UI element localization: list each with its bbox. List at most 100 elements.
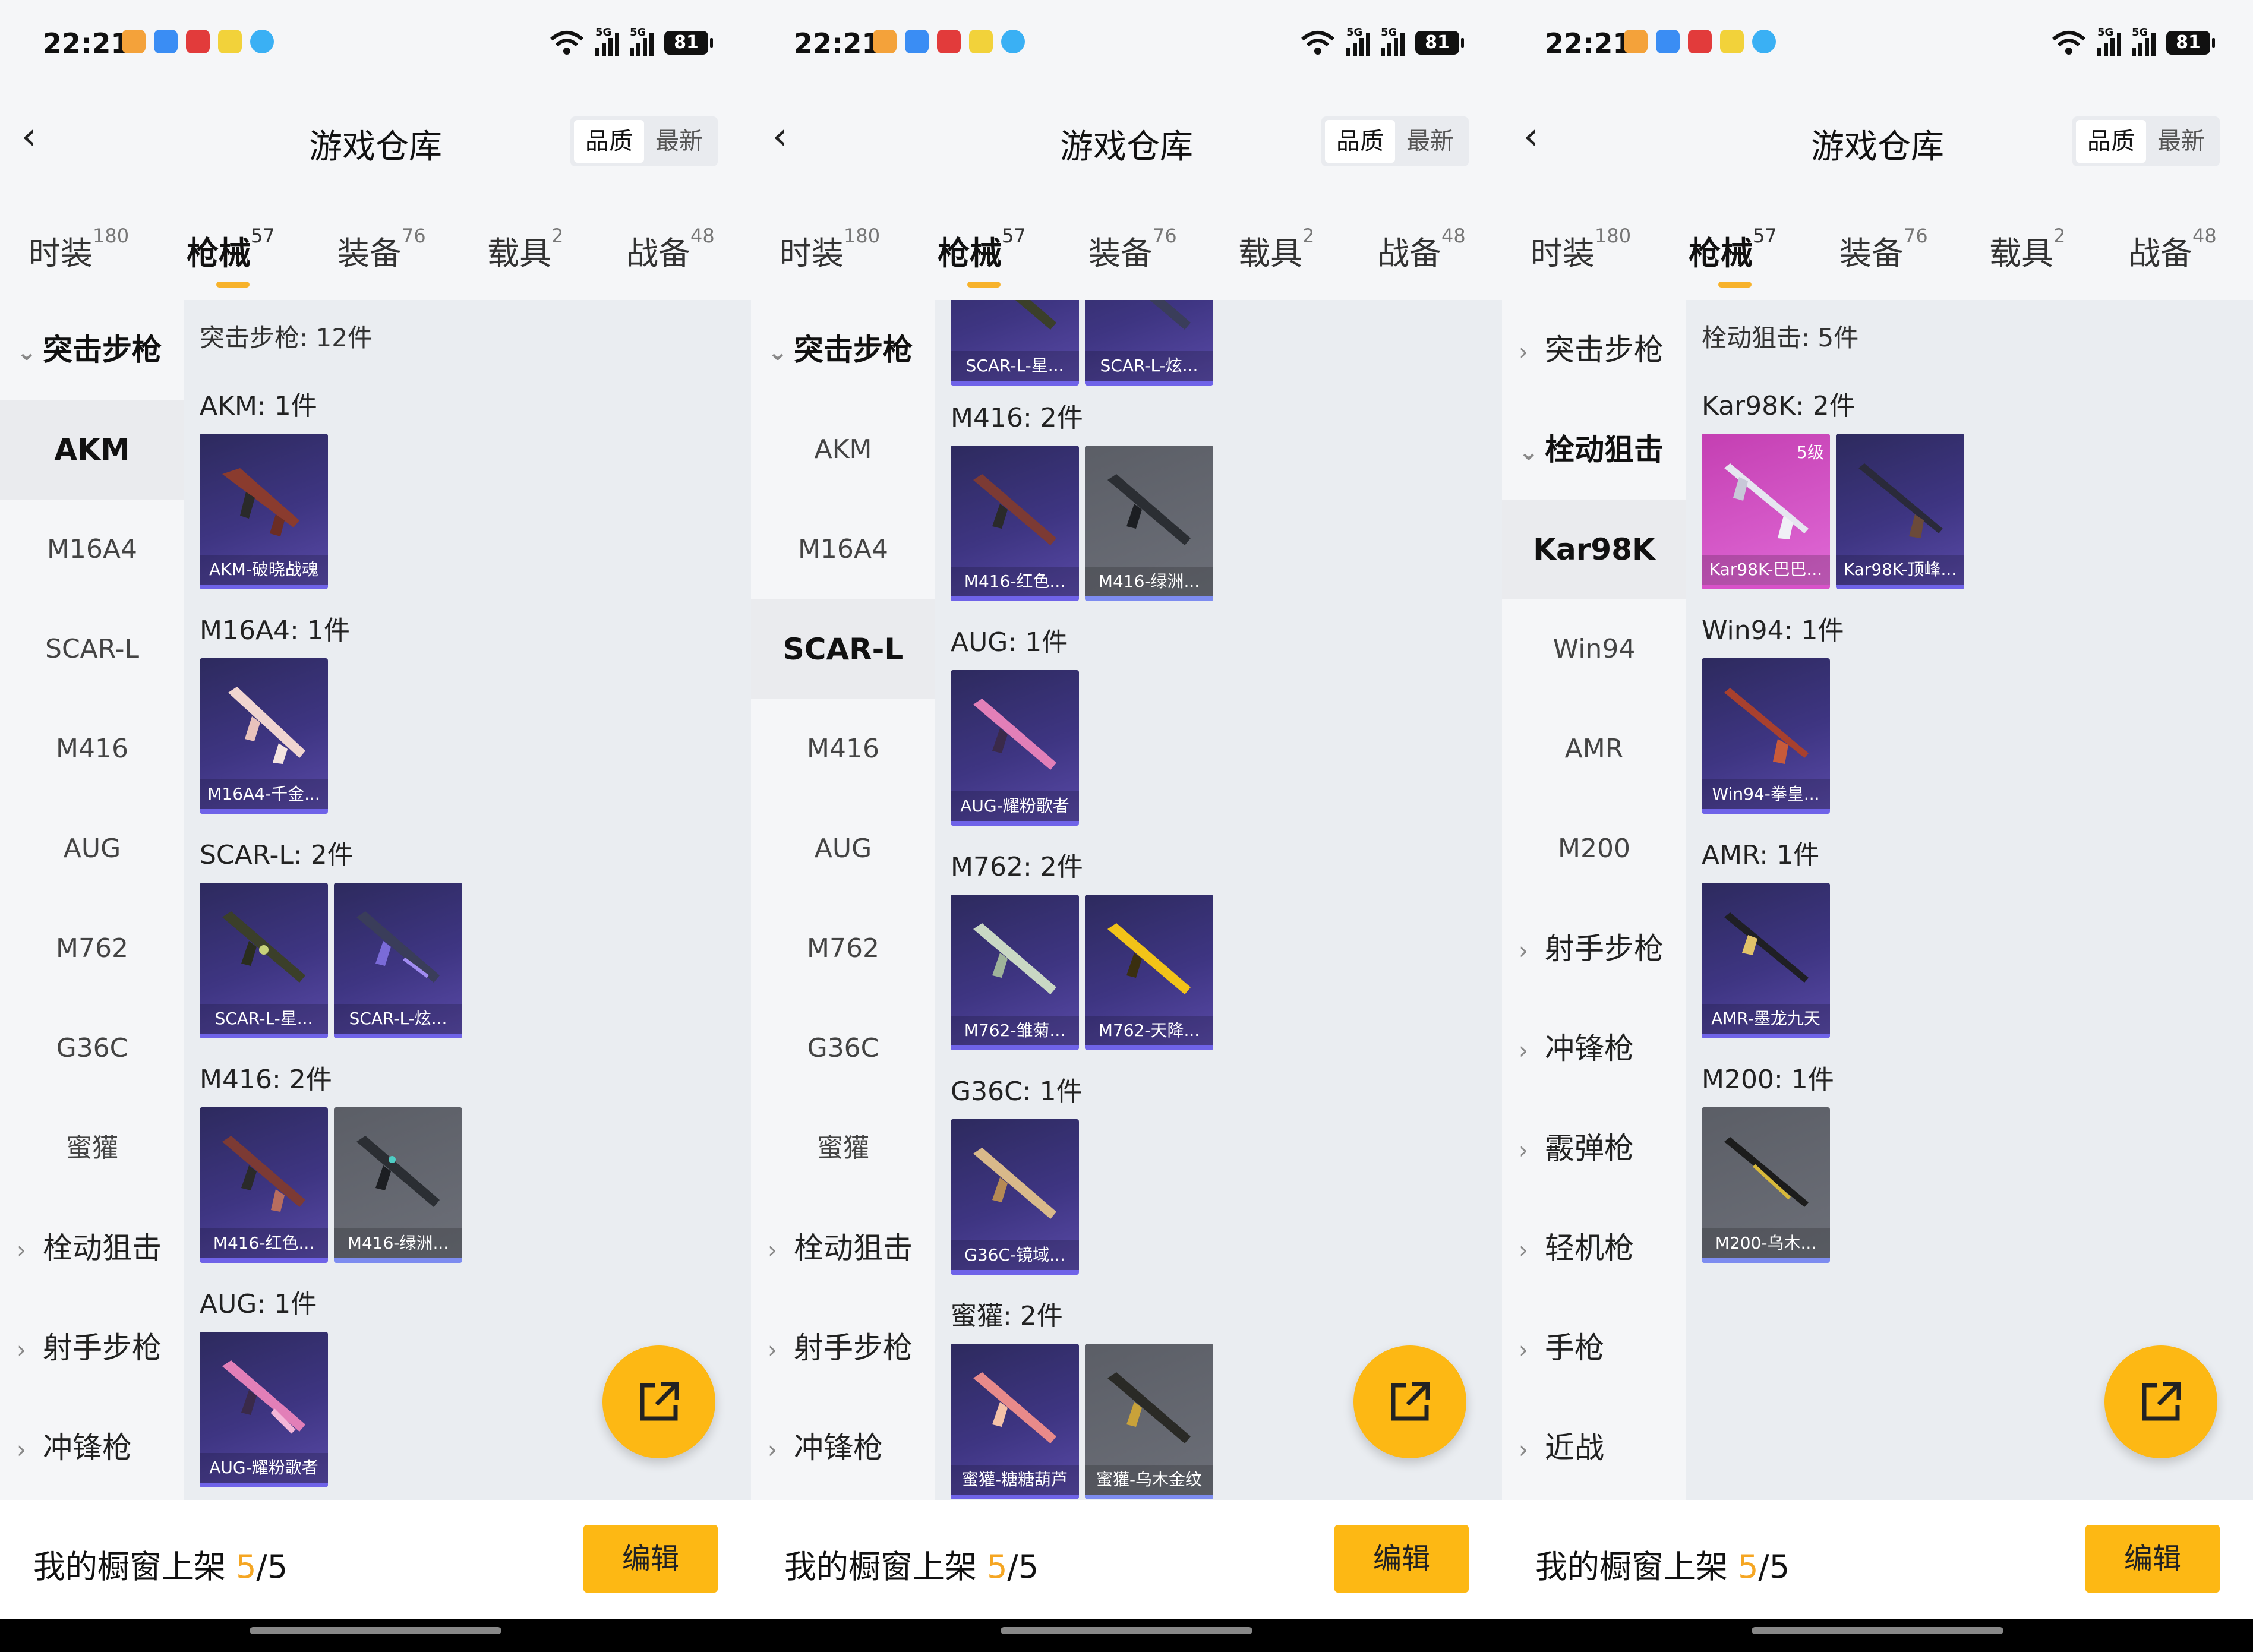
home-indicator[interactable]: [250, 1627, 501, 1634]
share-button[interactable]: [602, 1345, 715, 1458]
sidebar-item[interactable]: SCAR-L: [751, 599, 935, 699]
weapon-card[interactable]: AUG-耀粉歌者: [951, 670, 1079, 826]
sort-quality-button[interactable]: 品质: [2076, 120, 2146, 163]
tab-guns[interactable]: 枪械57: [938, 225, 1026, 288]
notification-icons: [122, 30, 274, 53]
sidebar-category[interactable]: ⌄ 突击步枪: [0, 300, 184, 400]
sidebar-item[interactable]: Kar98K: [1502, 500, 1686, 599]
weapon-card[interactable]: M762-雏菊...: [951, 895, 1079, 1050]
system-icons: 5G 5G 81: [2051, 26, 2215, 56]
sidebar-item[interactable]: AMR: [1502, 699, 1686, 799]
sidebar-item[interactable]: 蜜獾: [0, 1098, 184, 1198]
rifle-icon: [973, 923, 1056, 994]
home-indicator[interactable]: [1001, 1627, 1252, 1634]
sidebar-item[interactable]: M762: [0, 899, 184, 999]
clock: 22:21: [1545, 27, 1632, 59]
tab-guns[interactable]: 枪械57: [187, 225, 275, 288]
system-icons: 5G 5G 81: [549, 26, 713, 56]
sidebar-item[interactable]: AKM: [751, 400, 935, 500]
group-label: AMR: 1件: [1702, 840, 1820, 870]
weapon-card[interactable]: SCAR-L-星...: [200, 883, 328, 1038]
sidebar-item[interactable]: M416: [0, 699, 184, 799]
weapon-card[interactable]: 5级 Kar98K-巴巴...: [1702, 434, 1830, 589]
sidebar-category[interactable]: › 突击步枪: [1502, 300, 1686, 400]
weapon-card[interactable]: M762-天降...: [1085, 895, 1213, 1050]
weapon-card[interactable]: 蜜獾-乌木金纹: [1085, 1344, 1213, 1499]
weapon-card[interactable]: SCAR-L-星...: [951, 300, 1079, 386]
sidebar-item[interactable]: AUG: [751, 799, 935, 899]
weapon-card[interactable]: AUG-耀粉歌者: [200, 1332, 328, 1487]
tab-fashion[interactable]: 时装180: [780, 225, 880, 274]
tab-supplies[interactable]: 战备48: [626, 225, 715, 274]
weapon-card[interactable]: M416-绿洲...: [334, 1107, 462, 1263]
app-notification-icon: [154, 30, 178, 53]
weapon-card[interactable]: M416-红色...: [951, 446, 1079, 601]
sidebar-category[interactable]: › 栓动狙击: [751, 1198, 935, 1298]
sort-latest-button[interactable]: 最新: [644, 120, 714, 163]
sidebar-item[interactable]: M762: [751, 899, 935, 999]
rifle-icon: [1149, 300, 1191, 330]
sidebar-item[interactable]: AUG: [0, 799, 184, 899]
weapon-card[interactable]: Win94-拳皇...: [1702, 658, 1830, 814]
home-indicator[interactable]: [1752, 1627, 2003, 1634]
sort-latest-button[interactable]: 最新: [2146, 120, 2216, 163]
share-button[interactable]: [2104, 1345, 2217, 1458]
edit-button[interactable]: 编辑: [583, 1525, 718, 1593]
sidebar-category[interactable]: › 手枪: [1502, 1298, 1686, 1398]
sidebar-item[interactable]: SCAR-L: [0, 599, 184, 699]
sidebar-category[interactable]: › 近战: [1502, 1398, 1686, 1498]
sidebar-item[interactable]: 蜜獾: [751, 1098, 935, 1198]
tab-supplies[interactable]: 战备48: [1377, 225, 1466, 274]
weapon-card[interactable]: M200-乌木...: [1702, 1107, 1830, 1263]
sidebar-item[interactable]: M16A4: [751, 500, 935, 599]
sidebar-category[interactable]: › 射手步枪: [1502, 899, 1686, 999]
sidebar-category[interactable]: › 霰弹枪: [1502, 1098, 1686, 1198]
tab-fashion[interactable]: 时装180: [1531, 225, 1631, 274]
share-button[interactable]: [1353, 1345, 1466, 1458]
tab-equipment[interactable]: 装备76: [1088, 225, 1177, 274]
tab-guns[interactable]: 枪械57: [1689, 225, 1777, 288]
tab-equipment[interactable]: 装备76: [337, 225, 426, 274]
tab-equipment[interactable]: 装备76: [1839, 225, 1928, 274]
sort-quality-button[interactable]: 品质: [574, 120, 644, 163]
weapon-card[interactable]: AMR-墨龙九天: [1702, 883, 1830, 1038]
notification-icons: [1624, 30, 1776, 53]
sidebar-category[interactable]: ⌄ 栓动狙击: [1502, 400, 1686, 500]
tab-vehicles[interactable]: 载具2: [1989, 225, 2065, 274]
tab-vehicles[interactable]: 载具2: [487, 225, 563, 274]
sort-latest-button[interactable]: 最新: [1395, 120, 1465, 163]
weapon-card[interactable]: Kar98K-顶峰...: [1836, 434, 1964, 589]
weapon-card[interactable]: M416-红色...: [200, 1107, 328, 1263]
sidebar-item[interactable]: G36C: [0, 999, 184, 1098]
sidebar-item[interactable]: G36C: [751, 999, 935, 1098]
chevron-right-icon: ›: [1519, 339, 1528, 366]
weapon-card[interactable]: SCAR-L-炫...: [334, 883, 462, 1038]
category-tabs: 时装180 枪械57 装备76 载具2 战备48: [751, 196, 1502, 300]
sidebar-item[interactable]: M16A4: [0, 500, 184, 599]
sidebar-item[interactable]: M200: [1502, 799, 1686, 899]
edit-button[interactable]: 编辑: [2085, 1525, 2220, 1593]
weapon-card[interactable]: AKM-破晓战魂: [200, 434, 328, 589]
weapon-card[interactable]: M416-绿洲...: [1085, 446, 1213, 601]
sidebar-item[interactable]: AKM: [0, 400, 184, 500]
sidebar-item[interactable]: Win94: [1502, 599, 1686, 699]
sidebar-category[interactable]: ⌄ 突击步枪: [751, 300, 935, 400]
tab-supplies[interactable]: 战备48: [2128, 225, 2217, 274]
sort-quality-button[interactable]: 品质: [1325, 120, 1395, 163]
sidebar-category[interactable]: › 冲锋枪: [1502, 999, 1686, 1098]
weapon-card[interactable]: G36C-镜域...: [951, 1119, 1079, 1275]
weapon-card[interactable]: M16A4-千金...: [200, 658, 328, 814]
sidebar-category[interactable]: › 栓动狙击: [0, 1198, 184, 1298]
sidebar-category[interactable]: › 射手步枪: [751, 1298, 935, 1398]
sidebar-category[interactable]: › 冲锋枪: [0, 1398, 184, 1498]
tab-fashion[interactable]: 时装180: [29, 225, 129, 274]
tab-vehicles[interactable]: 载具2: [1238, 225, 1314, 274]
sidebar-item[interactable]: M416: [751, 699, 935, 799]
weapon-card[interactable]: SCAR-L-炫...: [1085, 300, 1213, 386]
sidebar-category[interactable]: › 射手步枪: [0, 1298, 184, 1398]
edit-button[interactable]: 编辑: [1334, 1525, 1469, 1593]
sidebar-category[interactable]: › 冲锋枪: [751, 1398, 935, 1498]
showcase-status: 我的橱窗上架 5/5: [784, 1548, 1039, 1585]
sidebar-category[interactable]: › 轻机枪: [1502, 1198, 1686, 1298]
weapon-card[interactable]: 蜜獾-糖糖葫芦: [951, 1344, 1079, 1499]
